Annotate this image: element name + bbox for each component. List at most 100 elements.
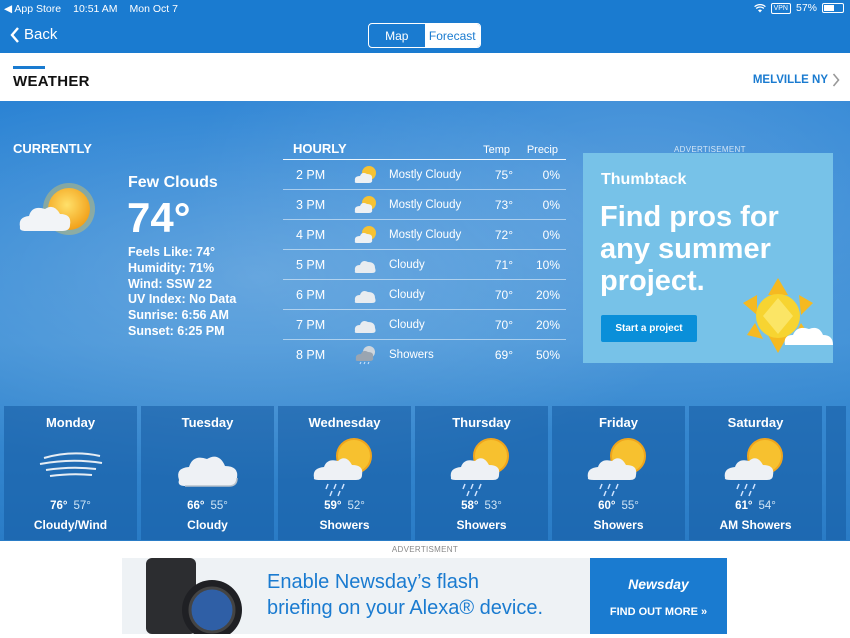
- day-condition: Cloudy: [187, 518, 228, 532]
- day-high: 58°: [461, 500, 479, 512]
- sun-showers-icon: [443, 436, 521, 498]
- location-selector[interactable]: MELVILLE NY: [753, 73, 840, 87]
- partly-cloudy-icon: [343, 225, 389, 245]
- hour-precip: 20%: [535, 287, 560, 302]
- newsday-logo: Newsday: [628, 576, 689, 592]
- status-date: Mon Oct 7: [129, 3, 178, 15]
- day-name: Wednesday: [308, 415, 381, 430]
- top-bar: ◀ App Store 10:51 AM Mon Oct 7 VPN 57% B…: [0, 0, 850, 53]
- hour-precip: 0%: [542, 227, 560, 242]
- hour-time: 7 PM: [296, 317, 326, 332]
- find-out-more-button[interactable]: Newsday FIND OUT MORE »: [590, 558, 727, 634]
- battery-icon: [822, 3, 844, 13]
- day-low: 55°: [210, 500, 228, 512]
- day-temps: 66° 55°: [141, 500, 274, 512]
- hour-condition: Cloudy: [389, 258, 425, 271]
- sun-cloud-icon: [19, 183, 95, 235]
- hourly-header: HOURLY Temp Precip: [283, 141, 566, 160]
- hour-temp: 73°: [494, 197, 513, 212]
- hourly-row: 2 PM Mostly Cloudy 75° 0%: [283, 160, 566, 190]
- wind: Wind: SSW 22: [128, 276, 212, 291]
- app-store-back-link[interactable]: ◀ App Store: [4, 3, 61, 15]
- temp-column-header: Temp: [483, 144, 510, 156]
- hour-time: 6 PM: [296, 287, 326, 302]
- hour-condition: Mostly Cloudy: [389, 198, 462, 211]
- hourly-title: HOURLY: [293, 141, 347, 156]
- hour-temp: 71°: [494, 257, 513, 272]
- ad-headline-line: any summer: [600, 233, 771, 265]
- day-temps: 61° 54°: [689, 500, 822, 512]
- daily-forecast: Monday 76° 57° Cloudy/Wind Tuesday 66° 55° Clou…: [4, 406, 850, 540]
- precip-column-header: Precip: [526, 144, 558, 156]
- echo-device-image: [146, 558, 242, 634]
- cloud-icon: [343, 255, 389, 275]
- hourly-row: 3 PM Mostly Cloudy 73° 0%: [283, 190, 566, 220]
- day-temps: 76° 57°: [4, 500, 137, 512]
- day-card[interactable]: Thursday 58° 53° Showers: [415, 406, 548, 540]
- hour-time: 3 PM: [296, 197, 326, 212]
- day-high: 60°: [598, 500, 616, 512]
- day-card[interactable]: Monday 76° 57° Cloudy/Wind: [4, 406, 137, 540]
- sun-showers-icon: [580, 436, 658, 498]
- hourly-row: 6 PM Cloudy 70° 20%: [283, 280, 566, 310]
- day-card[interactable]: Wednesday 59° 52° Showers: [278, 406, 411, 540]
- start-project-button[interactable]: Start a project: [601, 315, 697, 342]
- hour-condition: Cloudy: [389, 318, 425, 331]
- chevron-right-icon: [832, 73, 840, 87]
- hour-time: 4 PM: [296, 227, 326, 242]
- hourly-row: 7 PM Cloudy 70° 20%: [283, 310, 566, 340]
- cloud-icon: [343, 315, 389, 335]
- hour-temp: 70°: [494, 287, 513, 302]
- segment-forecast[interactable]: Forecast: [424, 24, 480, 47]
- back-button[interactable]: Back: [10, 26, 57, 43]
- day-name: Friday: [598, 415, 638, 430]
- hourly-row: 8 PM Showers 69° 50%: [283, 340, 566, 370]
- day-name: Tuesday: [181, 415, 234, 430]
- day-condition: Showers: [456, 518, 507, 532]
- day-card[interactable]: Friday 60° 55° Showers: [552, 406, 685, 540]
- hourly-row: 4 PM Mostly Cloudy 72° 0%: [283, 220, 566, 250]
- newsday-alexa-ad[interactable]: Enable Newsday’s flash briefing on your …: [122, 558, 727, 634]
- hour-temp: 75°: [494, 167, 513, 182]
- uv-index: UV Index: No Data: [128, 292, 237, 307]
- day-high: 59°: [324, 500, 342, 512]
- day-name: Saturday: [727, 415, 784, 430]
- day-name: Thursday: [452, 415, 511, 430]
- wifi-icon: [753, 3, 766, 12]
- hour-condition: Mostly Cloudy: [389, 228, 462, 241]
- day-temps: 59° 52°: [278, 500, 411, 512]
- ad-message: Enable Newsday’s flash briefing on your …: [267, 569, 543, 621]
- day-condition: Showers: [319, 518, 370, 532]
- hour-condition: Cloudy: [389, 288, 425, 301]
- day-card[interactable]: Saturday 61° 54° AM Showers: [689, 406, 822, 540]
- ad-brand: Thumbtack: [601, 171, 687, 188]
- currently-heading: CURRENTLY: [13, 141, 92, 156]
- location-label: MELVILLE NY: [752, 74, 828, 86]
- day-high: 66°: [187, 500, 205, 512]
- wind-icon: [32, 436, 110, 498]
- hour-condition: Mostly Cloudy: [389, 168, 462, 181]
- bottom-ad-label: ADVERTISMENT: [391, 545, 459, 554]
- thumbtack-ad[interactable]: Thumbtack Find pros for any summer proje…: [583, 153, 833, 363]
- day-low: 55°: [621, 500, 639, 512]
- segment-map[interactable]: Map: [369, 24, 425, 47]
- day-name: Monday: [45, 415, 96, 430]
- partly-cloudy-icon: [343, 165, 389, 185]
- ad-sun-icon: [743, 278, 833, 353]
- current-condition: Few Clouds: [128, 174, 218, 191]
- hour-precip: 0%: [542, 197, 560, 212]
- cloud-icon: [343, 285, 389, 305]
- hour-precip: 0%: [542, 167, 560, 182]
- hour-time: 2 PM: [296, 167, 326, 182]
- title-accent-line: [13, 66, 45, 69]
- sun-showers-icon: [306, 436, 384, 498]
- find-out-more-label: FIND OUT MORE »: [609, 606, 708, 618]
- hour-temp: 70°: [494, 317, 513, 332]
- view-segmented-control: Map Forecast: [368, 23, 481, 48]
- day-low: 57°: [73, 500, 91, 512]
- day-card-partial[interactable]: [826, 406, 846, 540]
- hour-precip: 50%: [535, 348, 560, 362]
- ad-headline-line: Find pros for: [600, 201, 779, 233]
- day-condition: Showers: [593, 518, 644, 532]
- day-card[interactable]: Tuesday 66° 55° Cloudy: [141, 406, 274, 540]
